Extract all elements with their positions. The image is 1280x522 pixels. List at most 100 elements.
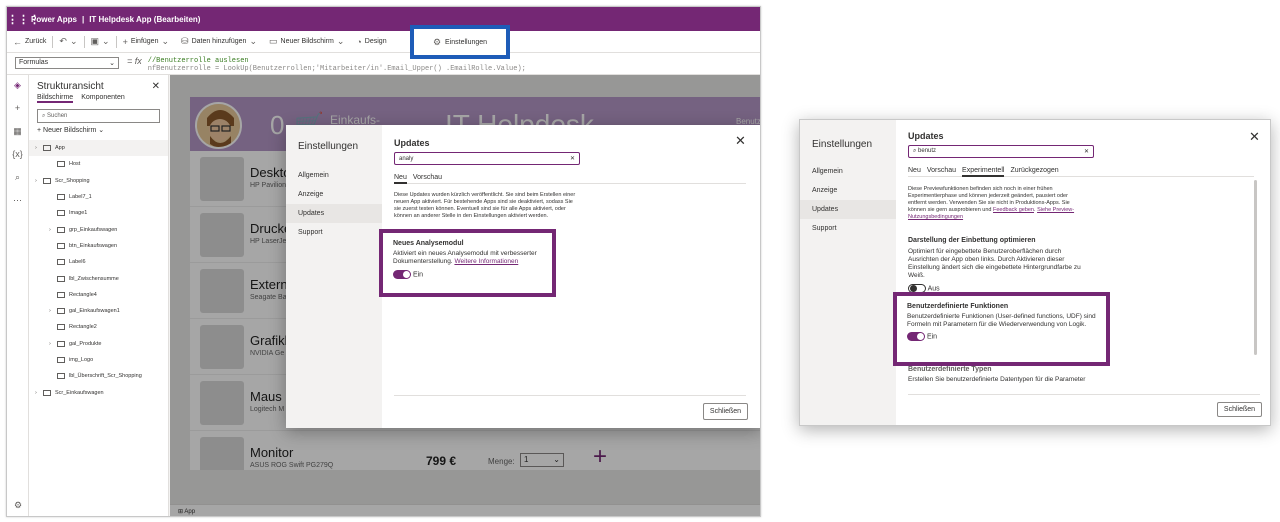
chevron-right-icon[interactable]: › [35,145,43,151]
plus-icon[interactable]: + [7,98,28,121]
tree-search-input[interactable]: ⌕ Suchen [37,109,160,123]
tree-item[interactable]: img_Logo [29,352,168,368]
tree-item[interactable]: › gal_Einkaufswagen1 [29,303,168,319]
tree-item[interactable]: › App [29,140,168,157]
nav-support[interactable]: Support [800,219,896,238]
tab-preview[interactable]: Vorschau [927,167,956,174]
search-icon[interactable]: ⌕ [7,167,28,190]
tab-new[interactable]: Neu [908,167,921,174]
waffle-icon[interactable]: ⋮⋮⋮ [7,13,40,26]
back-button[interactable]: ← Zurück [7,37,52,47]
control-icon [57,373,65,380]
new-screen-tree-button[interactable]: + Neuer Bildschirm ⌄ [29,126,168,134]
close-icon[interactable]: ✕ [152,81,160,92]
close-icon[interactable]: ✕ [735,133,746,149]
property-value: Formulas [19,59,49,66]
tree-item[interactable]: lbl_Zwischensumme [29,270,168,286]
tree-view-title: Strukturansicht [37,81,104,92]
nav-updates[interactable]: Updates [286,204,382,223]
variables-icon[interactable]: {x} [7,144,28,167]
learn-more-link[interactable]: Weitere Informationen [454,258,518,265]
control-icon [57,291,65,298]
palette-icon: ◔ [356,36,362,47]
nav-general[interactable]: Allgemein [286,166,382,185]
settings-button[interactable]: ⚙ Einstellungen [410,25,510,59]
chevron-right-icon[interactable]: › [35,390,43,396]
nav-general[interactable]: Allgemein [800,162,896,181]
chevron-down-icon: ⌄ [69,36,78,46]
feature-card: Neues Analysemodul Aktiviert ein neues A… [379,229,556,297]
layers-icon[interactable]: ◈ [7,75,28,98]
tab-retired[interactable]: Zurückgezogen [1010,167,1058,174]
data-icon[interactable]: ▦ [7,121,28,144]
tree-item[interactable]: Image1 [29,205,168,221]
more-icon[interactable]: ⋯ [7,190,28,213]
product-name: Power Apps [31,14,77,24]
close-icon[interactable]: ✕ [1249,129,1260,145]
control-icon [57,324,65,331]
tree-item[interactable]: › Scr_Einkaufswagen [29,384,168,400]
nav-support[interactable]: Support [286,223,382,242]
tab-new[interactable]: Neu [394,174,407,184]
chevron-right-icon[interactable]: › [49,227,57,233]
fx-icon: = fx [127,56,142,66]
feature-description: Erstellen Sie benutzerdefinierte Datenty… [908,376,1086,383]
property-dropdown[interactable]: Formulas ⌄ [15,57,119,69]
scrollbar[interactable] [1254,180,1257,355]
tree-item[interactable]: › Scr_Shopping [29,173,168,189]
tree-item[interactable]: Label6 [29,254,168,270]
tab-preview[interactable]: Vorschau [413,174,442,181]
settings-icon[interactable]: ⚙ [7,495,29,516]
plus-icon: + [122,36,128,47]
tab-components[interactable]: Komponenten [81,94,125,103]
feature-toggle[interactable] [907,332,925,341]
search-value: benutz [918,148,937,154]
tree-item-label: Label7_1 [69,194,92,201]
back-label: Zurück [25,38,47,45]
close-button[interactable]: Schließen [1217,402,1262,417]
tree-item[interactable]: lbl_Überschrift_Scr_Shopping [29,368,168,384]
chevron-right-icon[interactable]: › [49,308,57,314]
nav-updates[interactable]: Updates [800,200,896,219]
nav-display[interactable]: Anzeige [800,181,896,200]
formula-line: nfBenutzerrolle = LookUp(Benutzerrollen;… [147,65,526,73]
tree-item[interactable]: › grp_Einkaufswagen [29,221,168,237]
design-button[interactable]: ◔ Design [350,37,392,47]
section-title: Updates [908,131,944,141]
feedback-link[interactable]: Feedback geben [993,207,1034,213]
tree-item-label: App [55,145,65,152]
tab-screens[interactable]: Bildschirme [37,94,74,103]
clear-icon[interactable]: ✕ [1084,148,1089,155]
tree-item[interactable]: Rectangle4 [29,287,168,303]
tree-item[interactable]: btn_Einkaufswagen [29,238,168,254]
add-data-button[interactable]: ⛁ Daten hinzufügen ⌄ [175,36,263,47]
tree-item[interactable]: Label7_1 [29,189,168,205]
tree-item[interactable]: Host [29,156,168,172]
clear-icon[interactable]: ✕ [570,155,575,162]
paste-button[interactable]: ▣ ⌄ [85,36,116,47]
gear-icon: ⚙ [432,36,442,47]
settings-nav: Einstellungen Allgemein Anzeige Updates … [286,125,382,428]
nav-display[interactable]: Anzeige [286,185,382,204]
chevron-right-icon[interactable]: › [49,341,57,347]
formula-editor[interactable]: //Benutzerrolle auslesen nfBenutzerrolle… [148,57,526,73]
control-icon [43,389,51,396]
tree-item[interactable]: Rectangle2 [29,319,168,335]
updates-search-input[interactable]: analy ✕ [394,152,580,165]
undo-button[interactable]: ↶ ⌄ [53,36,83,47]
close-button[interactable]: Schließen [703,403,748,420]
settings-dialog: Einstellungen Allgemein Anzeige Updates … [286,125,760,428]
tab-experimental[interactable]: Experimentell [962,167,1005,177]
chevron-right-icon[interactable]: › [35,178,43,184]
settings-nav: Einstellungen Allgemein Anzeige Updates … [800,120,896,425]
tree-item-label: gal_Produkte [69,340,102,347]
updates-search-input[interactable]: ⌕ benutz ✕ [908,145,1094,158]
tree-item-label: lbl_Zwischensumme [69,275,119,282]
feature-toggle[interactable] [393,270,411,279]
new-screen-button[interactable]: ▭ Neuer Bildschirm ⌄ [263,36,350,47]
insert-button[interactable]: + Einfügen ⌄ [117,36,175,47]
tree-item[interactable]: › gal_Produkte [29,336,168,352]
tree-item-label: lbl_Überschrift_Scr_Shopping [69,373,142,380]
feature-description: Benutzerdefinierte Funktionen (User-defi… [907,313,1096,328]
tree-item-label: btn_Einkaufswagen [69,242,118,249]
